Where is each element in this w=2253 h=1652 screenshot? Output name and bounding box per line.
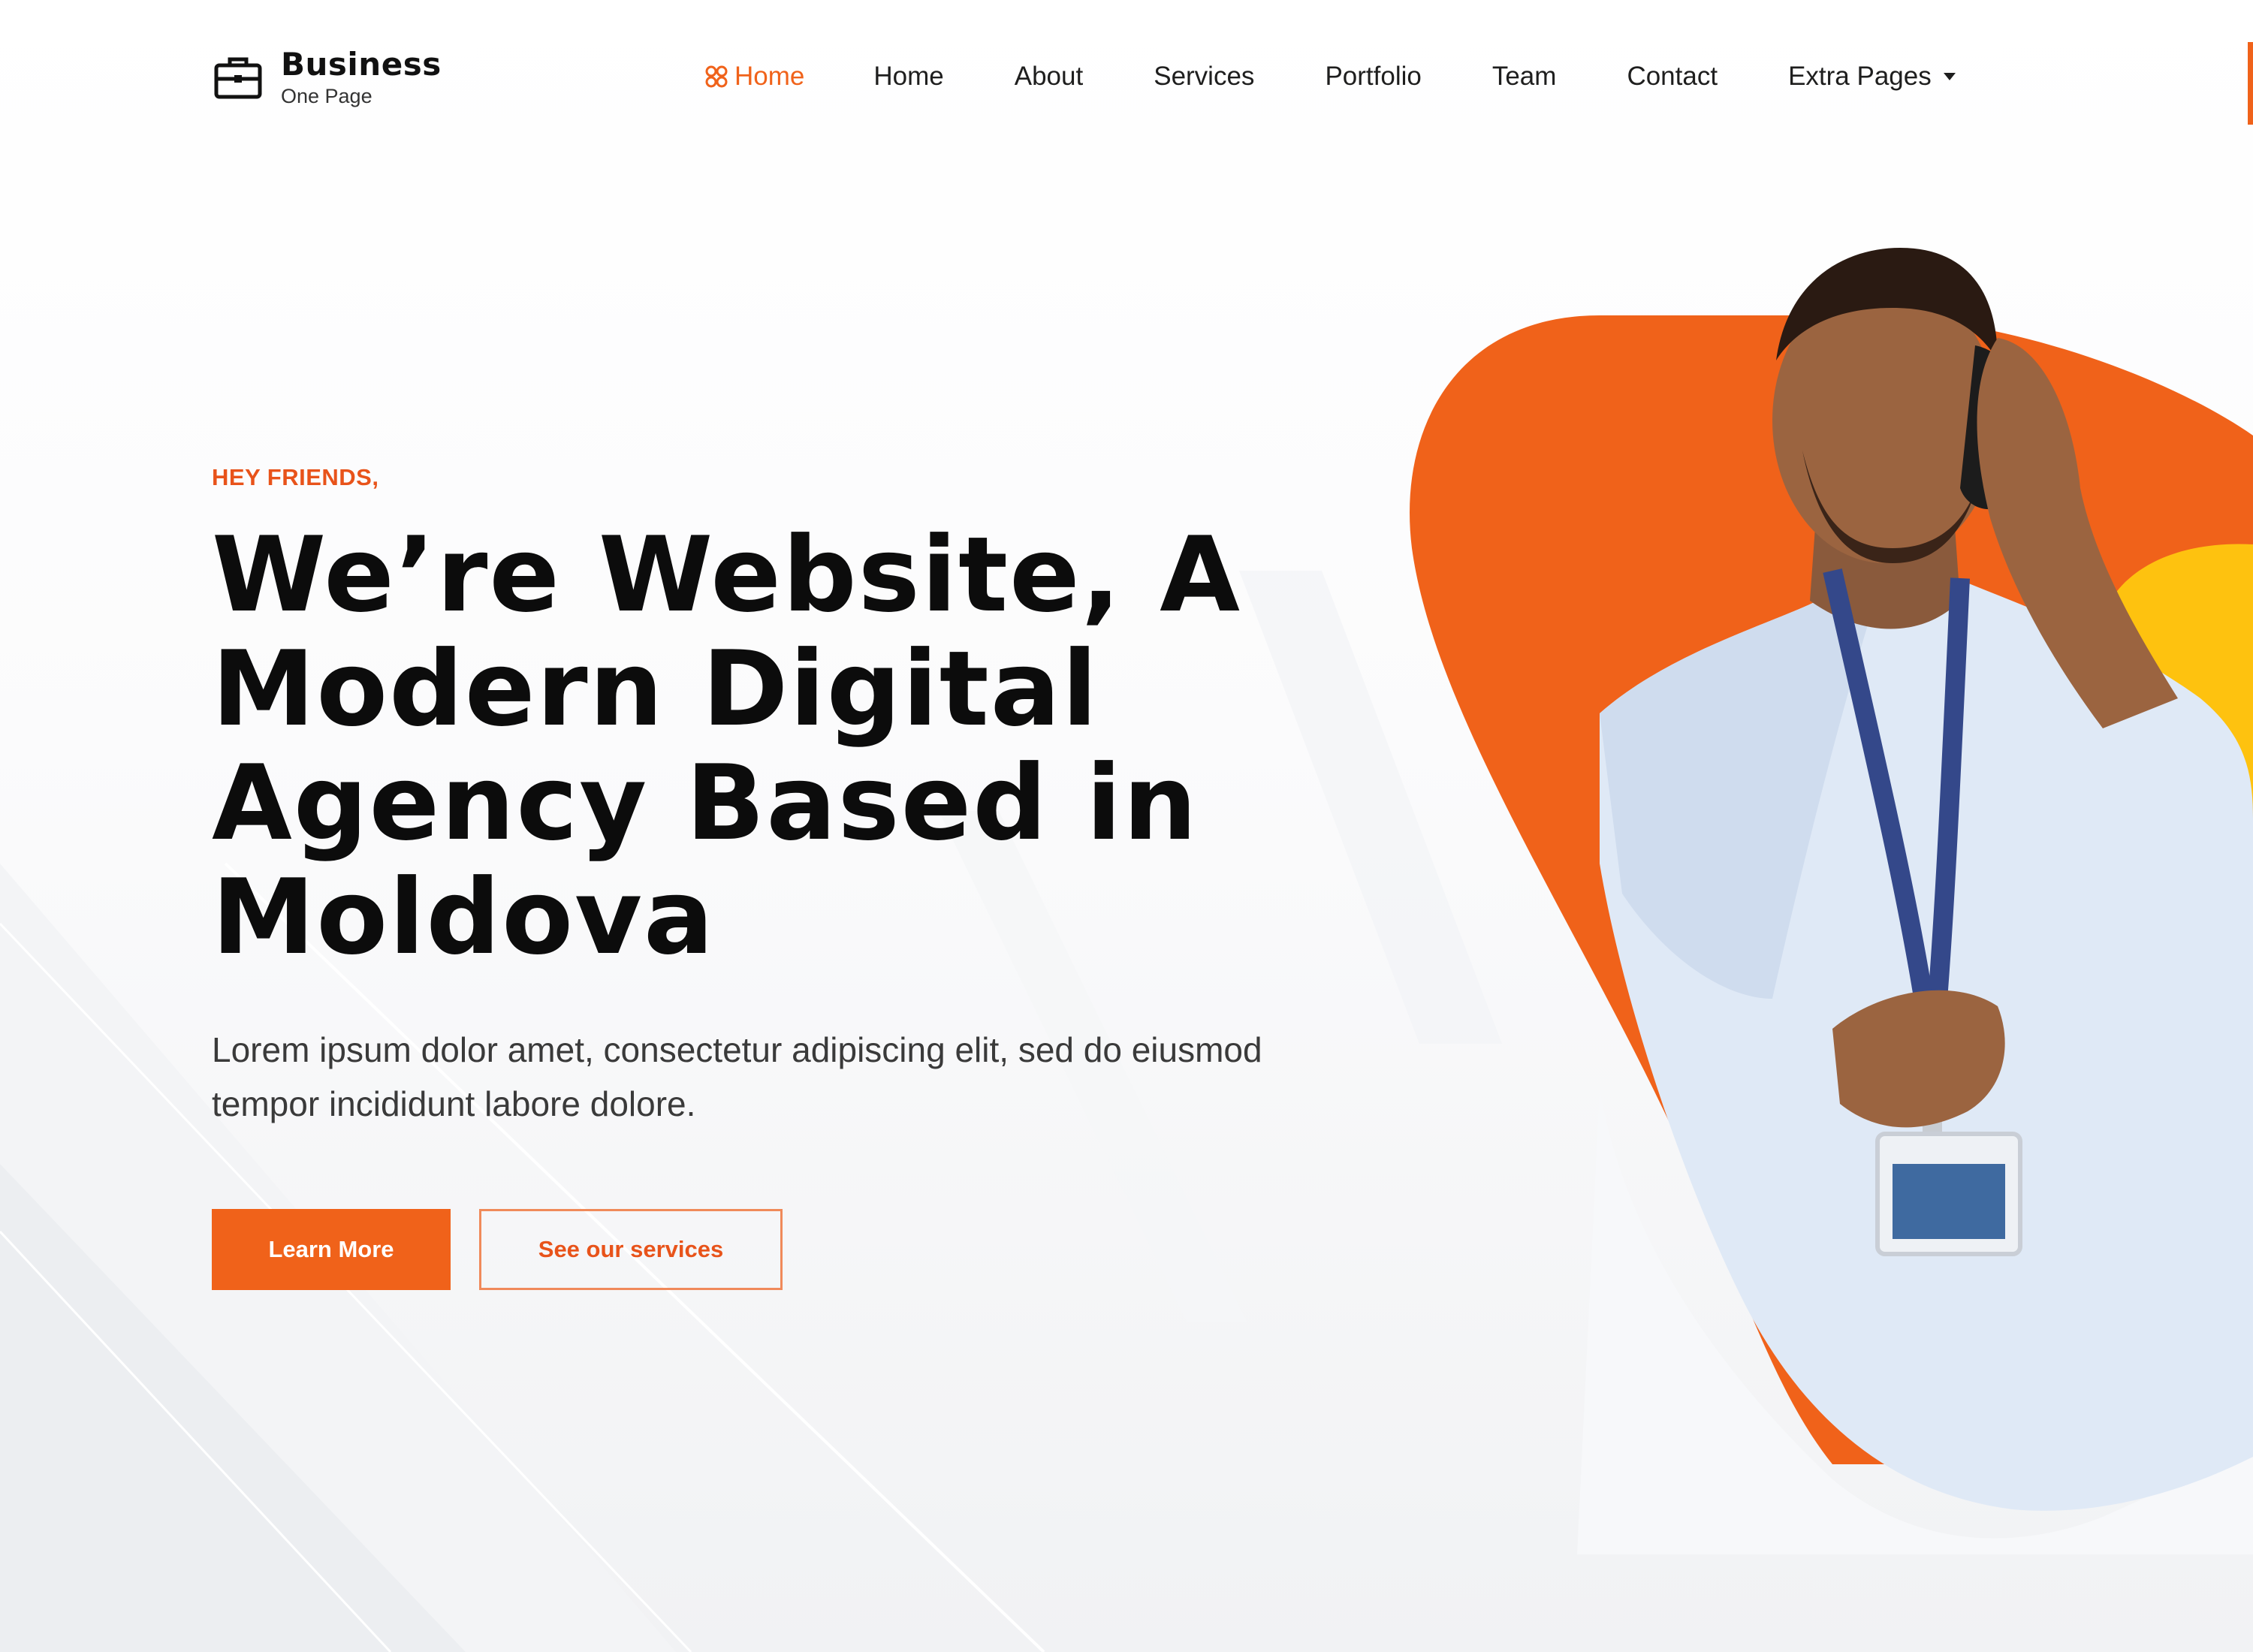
headline-line: We’re Website, A	[212, 514, 1241, 635]
hero-image	[1410, 248, 2253, 1554]
lead-line: Lorem ipsum dolor amet, consectetur adip…	[212, 1030, 1262, 1069]
nav-item-label: Extra Pages	[1788, 62, 1932, 91]
side-panel-tab[interactable]	[2248, 42, 2253, 125]
headline-line: Modern Digital	[212, 629, 1099, 749]
headline-line: Agency Based in	[212, 743, 1199, 864]
brand-tagline: One Page	[281, 85, 372, 108]
headline-line: Moldova	[212, 857, 716, 978]
hero-lead-text: Lorem ipsum dolor amet, consectetur adip…	[212, 1023, 1353, 1131]
nav-item-home-active[interactable]: Home	[704, 62, 804, 92]
caret-down-icon	[1943, 73, 1956, 80]
nav-item-label: Home	[734, 62, 805, 91]
nav-item-about[interactable]: About	[1015, 62, 1083, 92]
brand-name: Business	[281, 46, 442, 83]
hero-eyebrow: HEY FRIENDS,	[212, 464, 379, 490]
site-header: Business One Page Home Home About Servic…	[0, 0, 2253, 165]
brand-logo[interactable]: Business One Page	[212, 46, 442, 108]
nav-item-services[interactable]: Services	[1154, 62, 1254, 92]
nav-item-portfolio[interactable]: Portfolio	[1325, 62, 1421, 92]
briefcase-icon	[214, 57, 262, 99]
lead-line: tempor incididunt labore dolore.	[212, 1084, 696, 1123]
nav-item-extra-pages[interactable]: Extra Pages	[1788, 62, 1957, 92]
learn-more-button[interactable]: Learn More	[212, 1209, 451, 1290]
hero-headline: We’re Website, A Modern Digital Agency B…	[212, 518, 1383, 975]
landing-page: Business One Page Home Home About Servic…	[0, 0, 2253, 1652]
grid-icon	[705, 65, 728, 88]
see-services-button[interactable]: See our services	[479, 1209, 783, 1290]
nav-item-home[interactable]: Home	[873, 62, 943, 92]
main-nav: Home Home About Services Portfolio Team …	[704, 62, 1957, 92]
nav-item-team[interactable]: Team	[1492, 62, 1557, 92]
nav-item-contact[interactable]: Contact	[1627, 62, 1718, 92]
